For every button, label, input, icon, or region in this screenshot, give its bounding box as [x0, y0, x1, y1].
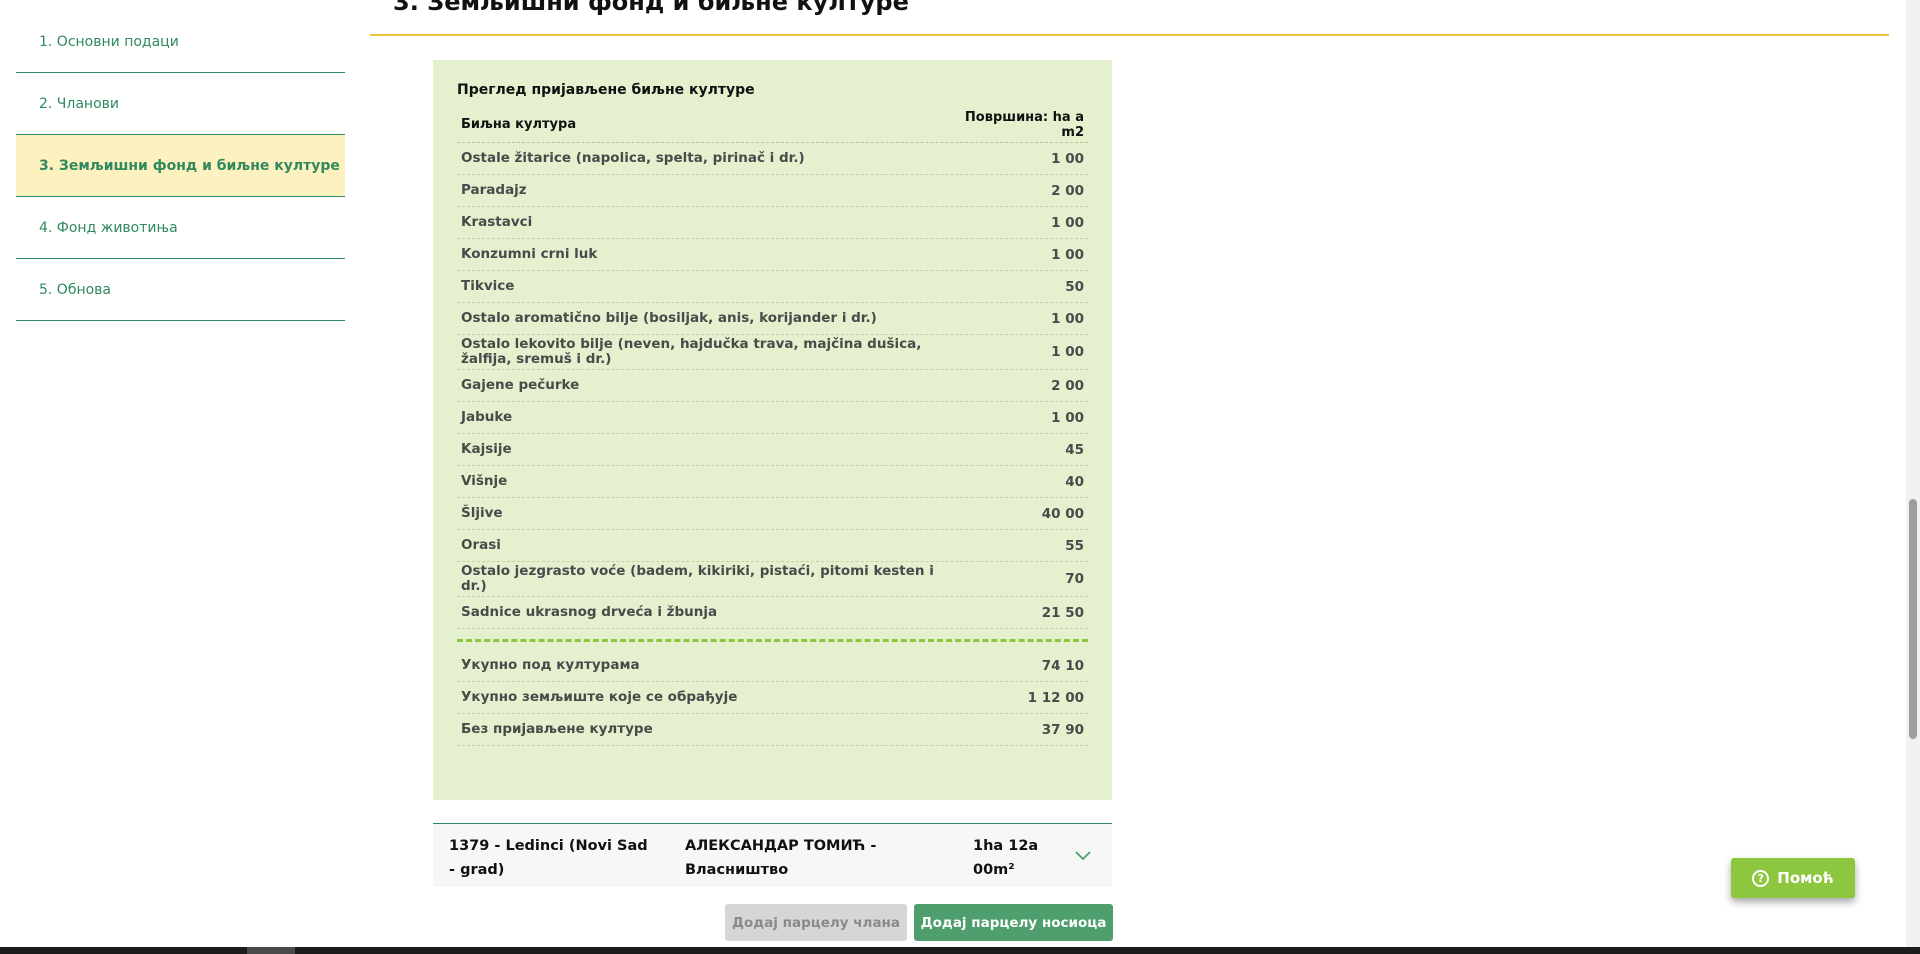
section-divider [370, 34, 1889, 36]
crop-name: Tikvice [461, 278, 515, 294]
table-row: Paradajz 2 00 [457, 175, 1088, 207]
crop-area: 1 00 [1051, 344, 1084, 360]
total-rows: Укупно под културама 74 10 Укупно земљиште… [457, 650, 1088, 746]
sidebar-item-label: 2. Чланови [39, 95, 120, 112]
chevron-down-icon[interactable] [1073, 846, 1093, 866]
table-row: Ostalo aromatično bilje (bosiljak, anis,… [457, 303, 1088, 335]
table-row: Без пријављене културе 37 90 [457, 714, 1088, 746]
scrollbar-thumb[interactable] [1909, 499, 1917, 739]
sidebar-item-label: 1. Основни подаци [39, 33, 179, 50]
crop-name: Ostalo aromatično bilje (bosiljak, anis,… [461, 310, 877, 326]
crop-area: 1 00 [1051, 246, 1084, 263]
crop-name: Sadnice ukrasnog drveća i žbunja [461, 604, 718, 620]
help-circle-icon: ? [1752, 869, 1770, 887]
totals-divider [457, 639, 1088, 642]
table-row: Kajsije 45 [457, 434, 1088, 466]
table-row: Укупно земљиште које се обрађује 1 12 00 [457, 682, 1088, 714]
table-row: Krastavci 1 00 [457, 207, 1088, 239]
vertical-scrollbar[interactable] [1906, 0, 1920, 954]
crop-area: 2 00 [1051, 182, 1084, 199]
crop-name: Gajene pečurke [461, 377, 580, 393]
table-row: Tikvice 50 [457, 271, 1088, 303]
crop-area: 74 10 [1041, 657, 1084, 674]
crop-area: 40 00 [1041, 505, 1084, 522]
table-row: Konzumni crni luk 1 00 [457, 239, 1088, 271]
crop-area: 40 [1065, 473, 1084, 490]
sidebar-item-land-and-crops[interactable]: 3. Земљишни фонд и биљне културе [16, 135, 345, 197]
parcel-card[interactable]: 1379 - Ledinci (Novi Sad - grad) АЛЕКСАН… [433, 823, 1112, 887]
sidebar-item-basic-data[interactable]: 1. Основни подаци [16, 11, 345, 73]
crop-name: Paradajz [461, 182, 527, 198]
table-row: Ostale žitarice (napolica, spelta, pirin… [457, 143, 1088, 175]
sidebar-item-renewal[interactable]: 5. Обнова [16, 259, 345, 321]
crop-area: 21 50 [1041, 604, 1084, 621]
sidebar-item-label: 4. Фонд животиња [39, 219, 178, 236]
crop-name: Без пријављене културе [461, 721, 653, 737]
parcel-location: 1379 - Ledinci (Novi Sad - grad) [449, 838, 648, 878]
parcel-owner: АЛЕКСАНДАР ТОМИЋ - Власништво [685, 838, 877, 878]
crop-name: Krastavci [461, 214, 533, 230]
table-row: Укупно под културама 74 10 [457, 650, 1088, 682]
crop-area: 1 00 [1051, 150, 1084, 167]
table-row: Orasi 55 [457, 530, 1088, 562]
crop-name: Višnje [461, 473, 508, 489]
column-header-crop: Биљна култура [461, 117, 577, 132]
crop-name: Укупно под културама [461, 657, 640, 673]
crop-name: Šljive [461, 505, 503, 521]
table-row: Jabuke 1 00 [457, 402, 1088, 434]
sidebar-item-label: 3. Земљишни фонд и биљне културе [39, 157, 340, 174]
bottom-bar [0, 947, 1920, 954]
table-row: Višnje 40 [457, 466, 1088, 498]
crop-area: 1 00 [1051, 409, 1084, 426]
table-header: Биљна култура Површина: ha a m2 [457, 104, 1088, 143]
crop-name: Ostale žitarice (napolica, spelta, pirin… [461, 150, 805, 166]
crop-area: 45 [1065, 441, 1084, 458]
crop-name: Konzumni crni luk [461, 246, 598, 262]
sidebar-item-livestock[interactable]: 4. Фонд животиња [16, 197, 345, 259]
crop-area: 55 [1065, 537, 1084, 554]
section-title: 3. Земљишни фонд и биљне културе [393, 0, 909, 16]
sidebar-item-label: 5. Обнова [39, 281, 112, 298]
crop-name: Укупно земљиште које се обрађује [461, 689, 738, 705]
parcel-area: 1ha 12a 00m² [973, 838, 1039, 878]
help-button-label: Помоћ [1777, 869, 1834, 887]
crop-area: 1 00 [1051, 214, 1084, 231]
crop-area: 1 00 [1051, 310, 1084, 327]
table-row: Sadnice ukrasnog drveća i žbunja 21 50 [457, 597, 1088, 629]
sidebar-item-members[interactable]: 2. Чланови [16, 73, 345, 135]
crop-area: 70 [1065, 571, 1084, 587]
crop-name: Ostalo jezgrasto voće (badem, kikiriki, … [461, 563, 934, 594]
bottom-bar-segment [247, 947, 295, 954]
table-row: Ostalo jezgrasto voće (badem, kikiriki, … [457, 562, 1088, 597]
crop-name: Ostalo lekovito bilje (neven, hajdučka t… [461, 336, 922, 367]
crop-name: Kajsije [461, 441, 512, 457]
crop-area: 50 [1065, 278, 1084, 295]
crop-area: 37 90 [1041, 721, 1084, 738]
panel-title: Преглед пријављене биљне културе [457, 82, 755, 98]
column-header-area: Површина: ha a m2 [964, 110, 1084, 140]
crop-name: Jabuke [461, 409, 513, 425]
table-row: Ostalo lekovito bilje (neven, hajdučka t… [457, 335, 1088, 370]
crop-rows: Ostale žitarice (napolica, spelta, pirin… [457, 143, 1088, 629]
table-row: Šljive 40 00 [457, 498, 1088, 530]
crop-name: Orasi [461, 537, 501, 553]
crop-area: 1 12 00 [1027, 689, 1084, 706]
add-holder-parcel-button[interactable]: Додај парцелу носиоца [914, 904, 1113, 941]
table-row: Gajene pečurke 2 00 [457, 370, 1088, 402]
crop-area: 2 00 [1051, 377, 1084, 394]
crop-overview-panel: Преглед пријављене биљне културе Биљна к… [433, 60, 1112, 800]
help-button[interactable]: ? Помоћ [1731, 858, 1855, 898]
sidebar-nav: 1. Основни подаци 2. Чланови 3. Земљишни… [16, 11, 345, 321]
add-member-parcel-button[interactable]: Додај парцелу члана [725, 904, 907, 941]
